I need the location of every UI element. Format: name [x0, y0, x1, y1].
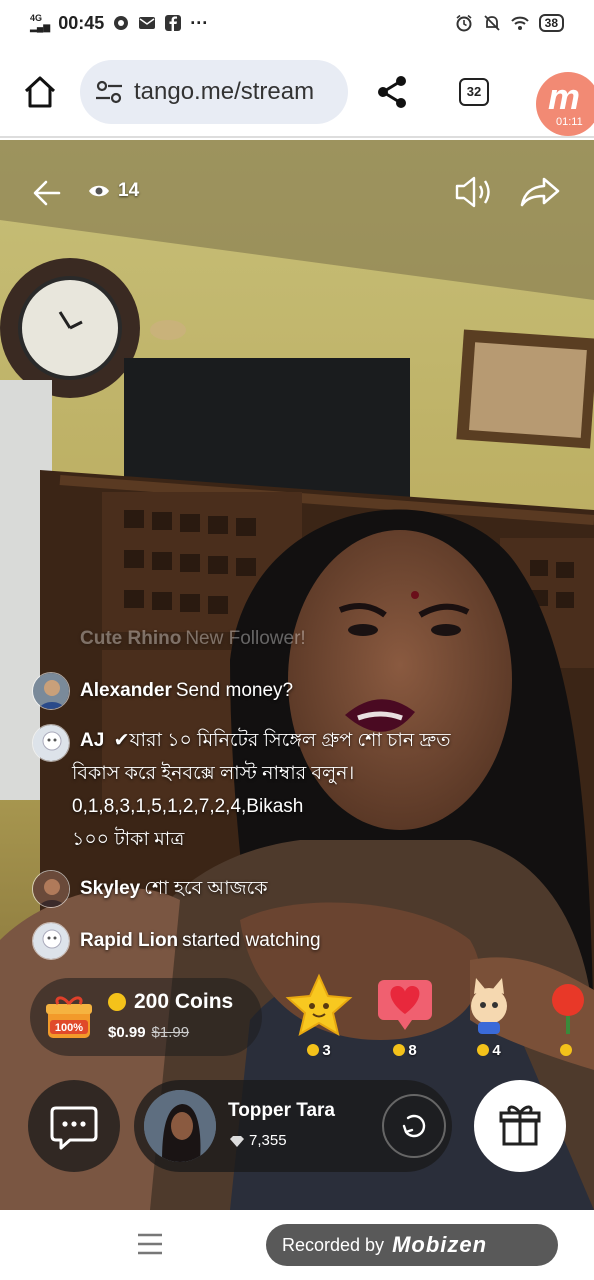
avatar[interactable] — [32, 724, 70, 762]
coin-offer-button[interactable]: 100% 200 Coins $0.99 $1.99 — [30, 978, 262, 1056]
live-stream[interactable]: 14 Cute Rhino New Follower! Alexander Send… — [0, 140, 594, 1210]
gift-rose[interactable] — [540, 972, 594, 1062]
share-arrow-icon[interactable] — [520, 176, 560, 208]
chat-username[interactable]: Alexander — [80, 680, 172, 701]
chat-bubble-icon — [50, 1106, 98, 1150]
avatar[interactable] — [32, 922, 70, 960]
facebook-icon — [165, 15, 182, 31]
chat-text: Send money? — [175, 680, 294, 701]
follow-button[interactable] — [382, 1094, 446, 1158]
back-arrow-icon[interactable] — [32, 178, 62, 208]
chat-text: শো হবে আজকে — [144, 878, 268, 899]
browser-toolbar: tango.me/stream 32 m 01:11 — [0, 46, 594, 138]
host-name: Topper Tara — [228, 1100, 335, 1121]
home-icon[interactable] — [22, 74, 58, 110]
chat-message: AJ ✔যারা ১০ মিনিটের সিঙ্গেল গ্রুপ শো চান… — [32, 724, 532, 856]
recent-apps-icon[interactable] — [136, 1232, 164, 1256]
tab-switcher-button[interactable]: 32 — [459, 78, 489, 106]
chat-message: Alexander Send money? — [32, 672, 293, 712]
recorder-watermark: Recorded by Mobizen — [266, 1224, 558, 1266]
swap-icon — [402, 1114, 426, 1138]
recorder-label: Recorded by — [282, 1234, 385, 1255]
chat-text-line: ✔যারা ১০ মিনিটের সিঙ্গেল গ্রুপ শো চান দ্… — [113, 730, 451, 751]
gift-cost: 3 — [284, 1042, 354, 1059]
mute-icon — [484, 15, 500, 31]
star-icon — [285, 973, 353, 1037]
speaker-icon[interactable] — [454, 174, 494, 210]
chat-text-line: ১০০ টাকা মাত্র — [72, 829, 185, 850]
site-settings-icon[interactable] — [94, 79, 124, 105]
offer-badge: 100% — [55, 1022, 83, 1034]
chat-text: New Follower! — [185, 628, 306, 649]
offer-coins: 200 Coins — [108, 990, 233, 1014]
gift-star[interactable]: 3 — [284, 972, 354, 1062]
send-gift-button[interactable] — [474, 1080, 566, 1172]
network-indicator: 4G ▂▄▆ — [30, 13, 51, 32]
host-profile[interactable]: Topper Tara 7,355 — [134, 1080, 452, 1172]
chat-text: started watching — [182, 930, 321, 951]
offer-price: $0.99 $1.99 — [108, 1024, 190, 1041]
coin-icon — [108, 993, 126, 1011]
host-diamonds: 7,355 — [230, 1132, 287, 1149]
recording-time: 01:11 — [556, 116, 583, 128]
chat-username[interactable]: Rapid Lion — [80, 930, 178, 951]
url-text: tango.me/stream — [134, 78, 315, 105]
heart-icon — [378, 980, 432, 1030]
gift-box-icon: 100% — [46, 996, 92, 1038]
avatar[interactable] — [32, 870, 70, 908]
chat-message: Cute Rhino New Follower! — [80, 628, 306, 650]
url-bar[interactable]: tango.me/stream — [80, 60, 348, 124]
recorder-logo-icon: m — [548, 76, 581, 117]
alarm-icon — [456, 14, 472, 32]
battery-indicator: 38 — [538, 14, 564, 32]
recorder-bubble[interactable]: m 01:11 — [536, 72, 594, 136]
viewer-count-value: 14 — [118, 180, 140, 201]
gift-cat[interactable]: 4 — [454, 972, 524, 1062]
chat-username: Cute Rhino — [80, 628, 182, 649]
system-nav-bar: Recorded by Mobizen — [0, 1210, 594, 1280]
offer-old-price: $1.99 — [151, 1024, 190, 1041]
chat-button[interactable] — [28, 1080, 120, 1172]
chat-username[interactable]: AJ — [80, 730, 104, 751]
gift-cost: 4 — [454, 1042, 524, 1059]
gift-icon — [499, 1105, 541, 1146]
chat-message: Skyley শো হবে আজকে — [32, 870, 268, 910]
chat-username[interactable]: Skyley — [80, 878, 140, 899]
vpn-icon — [114, 16, 129, 30]
gift-cost: 8 — [370, 1042, 440, 1059]
chat-text-line: বিকাস করে ইনবক্সে লাস্ট নাম্বার বলুন। — [72, 763, 355, 784]
status-time: 00:45 — [58, 12, 105, 33]
gift-heart[interactable]: 8 — [370, 972, 440, 1062]
host-avatar[interactable] — [144, 1090, 216, 1162]
mail-icon — [139, 17, 156, 29]
avatar[interactable] — [32, 672, 70, 710]
share-icon[interactable] — [374, 74, 410, 110]
stream-top-bar: 14 — [0, 170, 594, 214]
status-bar: 4G ▂▄▆ 00:45 ··· 38 — [0, 0, 594, 46]
viewer-count: 14 — [88, 180, 139, 202]
rose-icon — [552, 984, 584, 1034]
eye-icon — [89, 185, 109, 197]
chat-text-line: 0,1,8,3,1,5,1,2,7,2,4,Bikash — [72, 796, 304, 817]
cat-icon — [471, 978, 507, 1034]
diamond-icon — [230, 1135, 244, 1147]
gift-cost — [540, 1042, 594, 1059]
recorder-brand: Mobizen — [392, 1232, 488, 1257]
more-notifications-icon: ··· — [190, 12, 209, 33]
wifi-icon — [510, 16, 529, 30]
chat-message: Rapid Lion started watching — [32, 922, 321, 962]
